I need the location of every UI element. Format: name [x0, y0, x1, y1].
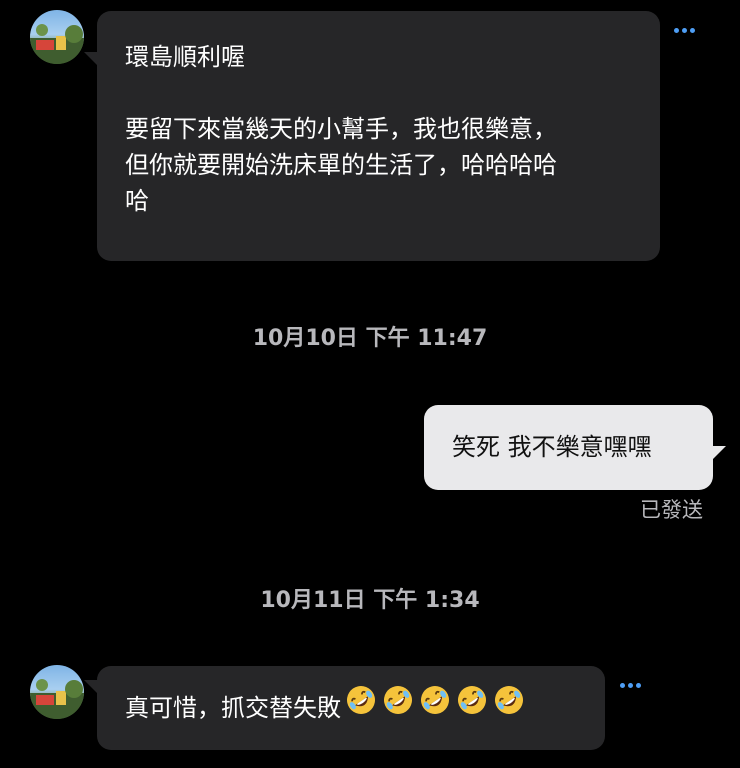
more-horizontal-icon[interactable]: [674, 28, 695, 33]
message-bubble-incoming[interactable]: 環島順利喔 要留下來當幾天的小幫手，我也很樂意， 但你就要開始洗床單的生活了，哈…: [97, 11, 660, 261]
rolling-on-floor-laughing-icon: [344, 667, 378, 751]
message-line: 哈: [125, 187, 149, 215]
message-text: 笑死 我不樂意嘿嘿: [452, 433, 652, 461]
avatar[interactable]: [30, 10, 84, 64]
message-line: [125, 75, 632, 111]
bubble-tail: [84, 680, 98, 694]
timestamp: 10月10日 下午 11:47: [252, 326, 488, 351]
rolling-on-floor-laughing-icon: [381, 667, 415, 751]
emoji-row: [341, 686, 526, 722]
delivery-status: 已發送: [640, 498, 703, 522]
bubble-tail: [84, 52, 98, 66]
message-line: 但你就要開始洗床單的生活了，哈哈哈哈: [125, 151, 557, 179]
timestamp: 10月11日 下午 1:34: [260, 588, 480, 613]
more-horizontal-icon[interactable]: [620, 683, 641, 688]
message-line: 要留下來當幾天的小幫手，我也很樂意，: [125, 115, 557, 143]
message-line: 環島順利喔: [125, 43, 245, 71]
rolling-on-floor-laughing-icon: [455, 667, 489, 751]
avatar[interactable]: [30, 665, 84, 719]
message-bubble-incoming[interactable]: 真可惜，抓交替失敗: [97, 666, 605, 750]
message-text: 真可惜，抓交替失敗: [125, 694, 341, 722]
rolling-on-floor-laughing-icon: [492, 667, 526, 751]
rolling-on-floor-laughing-icon: [418, 667, 452, 751]
bubble-tail: [712, 446, 726, 460]
message-bubble-outgoing[interactable]: 笑死 我不樂意嘿嘿: [424, 405, 713, 490]
